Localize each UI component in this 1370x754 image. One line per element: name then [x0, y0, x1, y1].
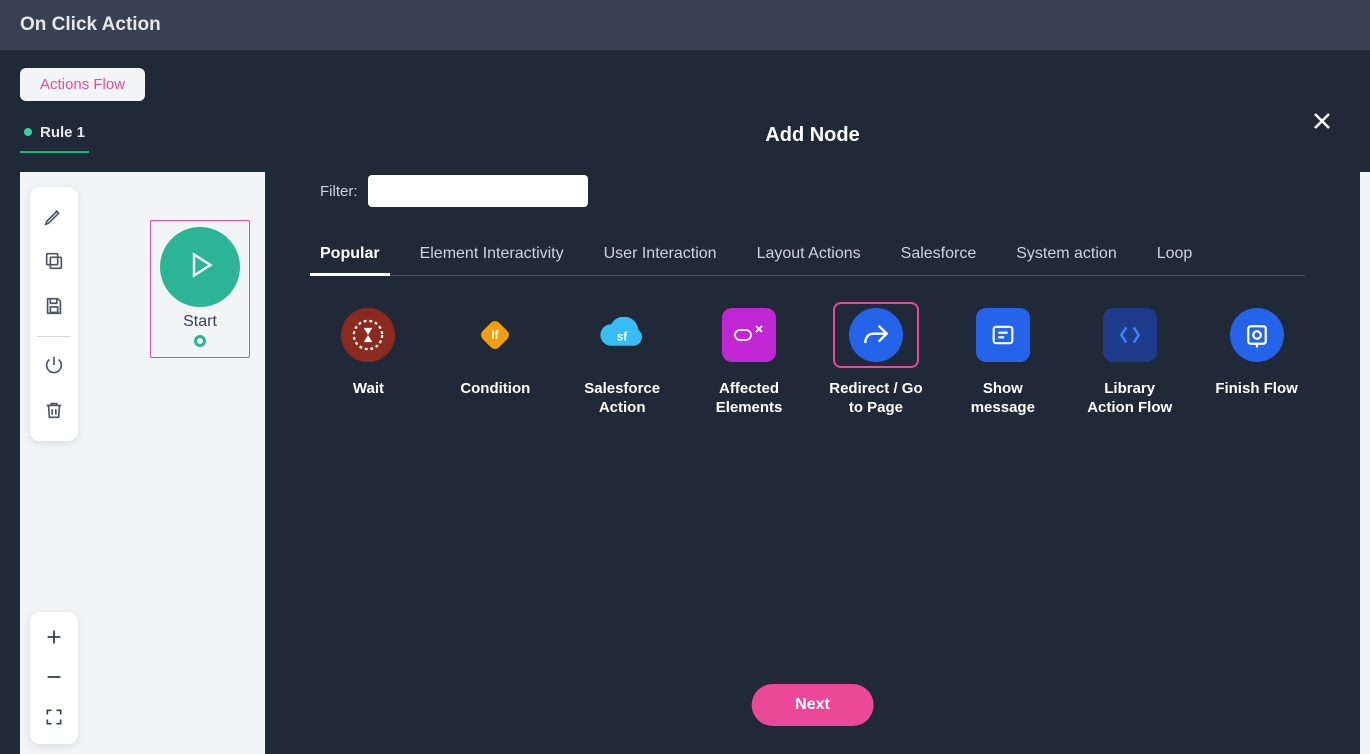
- tab-loop[interactable]: Loop: [1157, 233, 1193, 275]
- diamond-icon: If: [468, 308, 522, 362]
- node-icon-wrap: [960, 302, 1046, 368]
- node-icon-wrap: [1214, 302, 1300, 368]
- tab-user-interaction[interactable]: User Interaction: [604, 233, 717, 275]
- node-icon-wrap: [1087, 302, 1173, 368]
- node-label: Salesforce Action: [574, 380, 671, 418]
- node-label: Library Action Flow: [1081, 380, 1178, 418]
- plus-icon: [43, 626, 65, 651]
- zoom-toolbar: [30, 612, 78, 744]
- tab-salesforce[interactable]: Salesforce: [901, 233, 977, 275]
- node-library[interactable]: Library Action Flow: [1081, 302, 1178, 418]
- power-icon: [43, 354, 65, 379]
- svg-text:If: If: [492, 330, 499, 342]
- start-node-label: Start: [183, 313, 217, 331]
- connector-port[interactable]: [194, 335, 206, 347]
- message-icon: [976, 308, 1030, 362]
- node-icon-wrap: [325, 302, 411, 368]
- node-label: Wait: [353, 380, 384, 399]
- node-label: Redirect / Go to Page: [828, 380, 925, 418]
- page-title: On Click Action: [20, 14, 161, 36]
- filter-label: Filter:: [320, 183, 358, 200]
- save-icon: [43, 295, 65, 320]
- minus-icon: [43, 666, 65, 691]
- cloud-icon: sf: [595, 308, 649, 362]
- node-icon-wrap: sf: [579, 302, 665, 368]
- close-button[interactable]: [1304, 106, 1340, 142]
- copy-icon: [43, 250, 65, 275]
- modal-title: Add Node: [305, 124, 1320, 147]
- node-show-msg[interactable]: Show message: [954, 302, 1051, 418]
- node-grid: Wait If Condition sf Salesforce Action Affect…: [320, 302, 1305, 418]
- start-node[interactable]: Start: [150, 220, 250, 358]
- node-icon-wrap: [706, 302, 792, 368]
- add-node-modal: Add Node Filter: Popular Element Interact…: [265, 96, 1360, 754]
- status-dot-icon: [24, 128, 32, 136]
- delete-button[interactable]: [34, 391, 74, 431]
- hand-tap-icon: [722, 308, 776, 362]
- save-button[interactable]: [34, 287, 74, 327]
- flow-icon: [1103, 308, 1157, 362]
- edit-button[interactable]: [34, 197, 74, 237]
- close-icon: [1310, 108, 1334, 140]
- node-icon-wrap: If: [452, 302, 538, 368]
- arrow-share-icon: [849, 308, 903, 362]
- tab-popular[interactable]: Popular: [320, 233, 380, 275]
- next-button[interactable]: Next: [751, 684, 874, 726]
- fullscreen-icon: [44, 707, 64, 730]
- hourglass-icon: [341, 308, 395, 362]
- zoom-out-button[interactable]: [34, 658, 74, 698]
- node-icon-wrap: [833, 302, 919, 368]
- rule-tab[interactable]: Rule 1: [20, 114, 89, 153]
- svg-text:sf: sf: [617, 330, 628, 343]
- canvas-toolbar: [30, 187, 78, 441]
- tab-system-action[interactable]: System action: [1016, 233, 1116, 275]
- filter-row: Filter:: [320, 175, 1320, 207]
- tab-element-interactivity[interactable]: Element Interactivity: [420, 233, 564, 275]
- node-finish[interactable]: Finish Flow: [1208, 302, 1305, 418]
- tab-layout-actions[interactable]: Layout Actions: [757, 233, 861, 275]
- header: On Click Action: [0, 0, 1370, 50]
- divider: [37, 336, 71, 337]
- node-label: Show message: [954, 380, 1051, 418]
- node-redirect[interactable]: Redirect / Go to Page: [828, 302, 925, 418]
- filter-input[interactable]: [368, 175, 588, 207]
- start-node-circle: [160, 227, 240, 307]
- node-condition[interactable]: If Condition: [447, 302, 544, 418]
- trash-icon: [43, 399, 65, 424]
- duplicate-button[interactable]: [34, 242, 74, 282]
- zoom-in-button[interactable]: [34, 618, 74, 658]
- fit-screen-button[interactable]: [34, 698, 74, 738]
- power-button[interactable]: [34, 346, 74, 386]
- node-wait[interactable]: Wait: [320, 302, 417, 418]
- rule-tab-label: Rule 1: [40, 124, 85, 141]
- pencil-icon: [43, 205, 65, 230]
- node-label: Finish Flow: [1215, 380, 1298, 399]
- node-label: Condition: [460, 380, 530, 399]
- finish-icon: [1230, 308, 1284, 362]
- node-label: Affected Elements: [701, 380, 798, 418]
- node-affected[interactable]: Affected Elements: [701, 302, 798, 418]
- actions-flow-button[interactable]: Actions Flow: [20, 68, 145, 101]
- play-icon: [182, 247, 218, 288]
- node-salesforce[interactable]: sf Salesforce Action: [574, 302, 671, 418]
- category-tabs: Popular Element Interactivity User Interac…: [320, 233, 1305, 276]
